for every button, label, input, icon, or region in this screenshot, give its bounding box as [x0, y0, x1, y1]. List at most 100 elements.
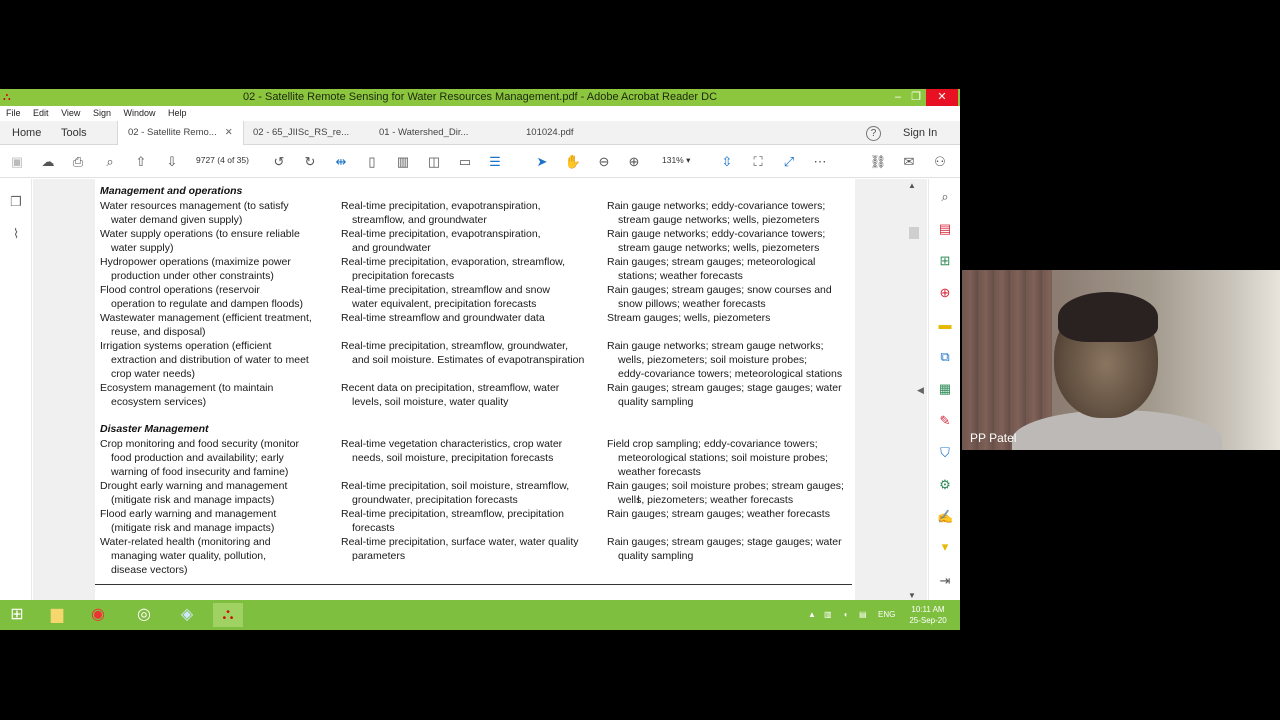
tray-network-icon[interactable]: ▥ — [824, 600, 832, 630]
send-for-signature-icon[interactable]: ✍ — [937, 509, 953, 525]
rotate-cw-icon[interactable]: ↻ — [301, 154, 319, 170]
table-cell-sources: Rain gauges; stream gauges; stage gauges… — [607, 382, 842, 408]
toolbar: ▣ ☁ ⎙ ⌕ ⇧ ⇩ 9727 (4 of 35) ↺ ↻ ⇹ ▯ ▥ ◫ ▭… — [0, 146, 960, 178]
scroll-up-icon[interactable]: ▲ — [908, 181, 916, 190]
text-cursor-icon: I — [637, 494, 641, 506]
scroll-down-icon[interactable]: ▼ — [908, 591, 916, 600]
app-window-icon[interactable]: ◈ — [172, 603, 202, 627]
menu-file[interactable]: File — [6, 106, 21, 121]
table-cell-data-needs: Real-time precipitation, streamflow and … — [341, 284, 550, 310]
app-spiral-icon[interactable]: ◎ — [129, 603, 159, 627]
zoom-value: 131% — [662, 155, 684, 165]
tray-up-icon[interactable]: ▲ — [808, 600, 816, 630]
fit-width-icon[interactable]: ⇳ — [718, 154, 736, 170]
email-icon[interactable]: ✉ — [900, 154, 918, 170]
two-page-icon[interactable]: ▥ — [394, 154, 412, 170]
fit-window-icon[interactable]: ⛶ — [749, 154, 767, 170]
optimize-pdf-icon[interactable]: ⚙ — [937, 477, 953, 493]
organize-pages-icon[interactable]: ▦ — [937, 381, 953, 397]
tab-tools[interactable]: Tools — [61, 121, 87, 145]
upload-cloud-icon[interactable]: ☁ — [39, 154, 57, 170]
close-tab-icon[interactable]: ✕ — [225, 127, 233, 138]
export-pdf-icon[interactable]: ▤ — [937, 221, 953, 237]
menu-window[interactable]: Window — [123, 106, 155, 121]
table-cell-data-needs: Real-time vegetation characteristics, cr… — [341, 438, 563, 464]
two-page-scroll-icon[interactable]: ◫ — [425, 154, 443, 170]
acrobat-window: ⛬ 02 - Satellite Remote Sensing for Wate… — [0, 89, 960, 630]
rotate-ccw-icon[interactable]: ↺ — [270, 154, 288, 170]
more-tools-pane-icon[interactable]: ▾ — [937, 539, 953, 555]
language-indicator[interactable]: ENG — [878, 600, 895, 630]
search-icon[interactable]: ⌕ — [937, 189, 953, 205]
tab-doc-watershed[interactable]: 01 - Watershed_Dir... — [369, 121, 478, 145]
tab-doc-jiisc[interactable]: 02 - 65_JIISc_RS_re... — [243, 121, 359, 145]
title-bar: ⛬ 02 - Satellite Remote Sensing for Wate… — [0, 89, 960, 106]
fit-page-icon[interactable]: ⇹ — [332, 154, 350, 170]
menu-sign[interactable]: Sign — [93, 106, 111, 121]
edit-pdf-icon[interactable]: ⊕ — [937, 285, 953, 301]
tray-speaker-icon[interactable]: ◖ — [843, 600, 848, 630]
add-user-icon[interactable]: ⚇ — [931, 154, 949, 170]
file-explorer-icon[interactable]: ▆ — [42, 603, 72, 627]
tab-home[interactable]: Home — [12, 121, 41, 145]
table-cell-sources: Field crop sampling; eddy-covariance tow… — [607, 438, 829, 478]
collapse-right-pane-icon[interactable]: ◀ — [917, 385, 924, 396]
table-cell-sources: Rain gauges; stream gauges; snow courses… — [607, 284, 832, 310]
presentation-icon[interactable]: ▭ — [456, 154, 474, 170]
reading-mode-icon[interactable]: ☰ — [486, 154, 504, 170]
scrollbar-thumb[interactable] — [909, 227, 919, 239]
print-icon[interactable]: ⎙ — [69, 154, 87, 170]
page-number: 9727 — [196, 155, 215, 165]
table-cell-data-needs: Real-time precipitation, evapotranspirat… — [341, 228, 541, 254]
close-window-button[interactable]: ✕ — [926, 89, 958, 106]
table-cell-application: Crop monitoring and food security (monit… — [100, 438, 300, 478]
table-cell-data-needs: Real-time precipitation, surface water, … — [341, 536, 579, 562]
save-icon[interactable]: ▣ — [8, 154, 26, 170]
sign-in-button[interactable]: Sign In — [903, 121, 937, 145]
menu-help[interactable]: Help — [168, 106, 187, 121]
page-thumbnails-icon[interactable]: ❒ — [9, 195, 23, 209]
tab-doc-satellite[interactable]: 02 - Satellite Remo... ✕ — [117, 121, 244, 145]
menu-view[interactable]: View — [61, 106, 80, 121]
more-tools-icon[interactable]: ⋯ — [811, 154, 829, 170]
tab-bar: Home Tools 02 - Satellite Remo... ✕ 02 - … — [0, 121, 960, 145]
zoom-out-icon[interactable]: ⊖ — [595, 154, 613, 170]
find-icon[interactable]: ⌕ — [101, 154, 119, 170]
table-cell-data-needs: Real-time precipitation, streamflow, gro… — [341, 340, 585, 366]
tab-doc-101024[interactable]: 101024.pdf — [516, 121, 584, 145]
table-cell-data-needs: Real-time precipitation, evapotranspirat… — [341, 200, 541, 226]
create-pdf-icon[interactable]: ⊞ — [937, 253, 953, 269]
windows-start-icon[interactable]: ⊞ — [2, 603, 32, 627]
previous-page-icon[interactable]: ⇧ — [132, 154, 150, 170]
left-navigation-pane: ❒ ⌇ — [0, 179, 32, 629]
select-tool-icon[interactable]: ➤ — [533, 154, 551, 170]
vertical-scrollbar[interactable]: ▲ ▼ — [903, 179, 927, 629]
menu-bar: File Edit View Sign Window Help — [0, 106, 960, 121]
hand-tool-icon[interactable]: ✋ — [564, 154, 582, 170]
comment-icon[interactable]: ▬ — [937, 317, 953, 333]
zoom-select[interactable]: 131% ▾ — [662, 155, 690, 166]
table-cell-sources: Rain gauges; soil moisture probes; strea… — [607, 480, 844, 506]
page-number-field[interactable]: 9727 (4 of 35) — [196, 155, 249, 165]
zoom-in-icon[interactable]: ⊕ — [625, 154, 643, 170]
attachments-icon[interactable]: ⌇ — [9, 227, 23, 241]
clock[interactable]: 10:11 AM 25-Sep-20 — [902, 604, 954, 626]
chrome-icon[interactable]: ◉ — [83, 603, 113, 627]
acrobat-taskbar-icon[interactable]: ⛬ — [213, 603, 243, 627]
share-link-icon[interactable]: ⛓ — [869, 154, 887, 170]
windows-taskbar: ⊞ ▆ ◉ ◎ ◈ ⛬ ▲ ▥ ◖ ▤ ENG 10:11 AM 25-Sep-… — [0, 600, 960, 630]
minimize-button[interactable]: – — [888, 89, 908, 106]
protect-icon[interactable]: ⛉ — [937, 445, 953, 461]
restore-button[interactable]: ❐ — [906, 89, 926, 106]
single-page-icon[interactable]: ▯ — [363, 154, 381, 170]
next-page-icon[interactable]: ⇩ — [163, 154, 181, 170]
tray-action-icon[interactable]: ▤ — [859, 600, 867, 630]
table-cell-application: Water resources management (to satisfy wa… — [100, 200, 289, 226]
collapse-tools-pane-icon[interactable]: ⇥ — [937, 573, 953, 589]
menu-edit[interactable]: Edit — [33, 106, 49, 121]
table-cell-application: Drought early warning and management (mit… — [100, 480, 288, 506]
help-icon[interactable]: ? — [866, 126, 881, 141]
full-screen-icon[interactable]: ⤢ — [780, 154, 798, 170]
combine-files-icon[interactable]: ⧉ — [937, 349, 953, 365]
fill-sign-icon[interactable]: ✎ — [937, 413, 953, 429]
